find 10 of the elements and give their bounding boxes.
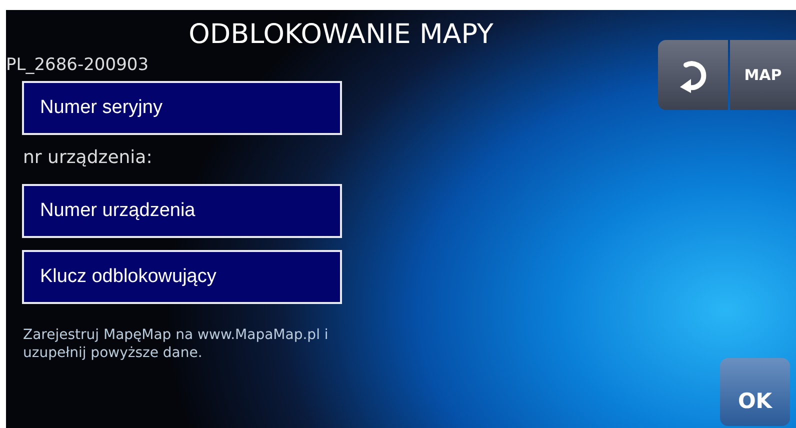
ok-button[interactable]: OK xyxy=(720,358,790,426)
field-label: nr urządzenia: xyxy=(23,147,154,170)
map-id: PL_2686-200903 xyxy=(6,54,150,76)
input-field[interactable]: Numer seryjny xyxy=(22,81,342,135)
screen-title: ODBLOKOWANIE MAPY xyxy=(188,18,494,52)
refresh-button[interactable] xyxy=(658,40,728,110)
help-text: Zarejestruj MapęMap na www.MapaMap.pl i uzupełnij powyższe dane. xyxy=(23,326,330,362)
input-field[interactable]: Klucz odblokowujący xyxy=(22,250,342,304)
map-button[interactable]: MAP xyxy=(730,40,796,110)
input-field[interactable]: Numer urządzenia xyxy=(22,184,342,238)
